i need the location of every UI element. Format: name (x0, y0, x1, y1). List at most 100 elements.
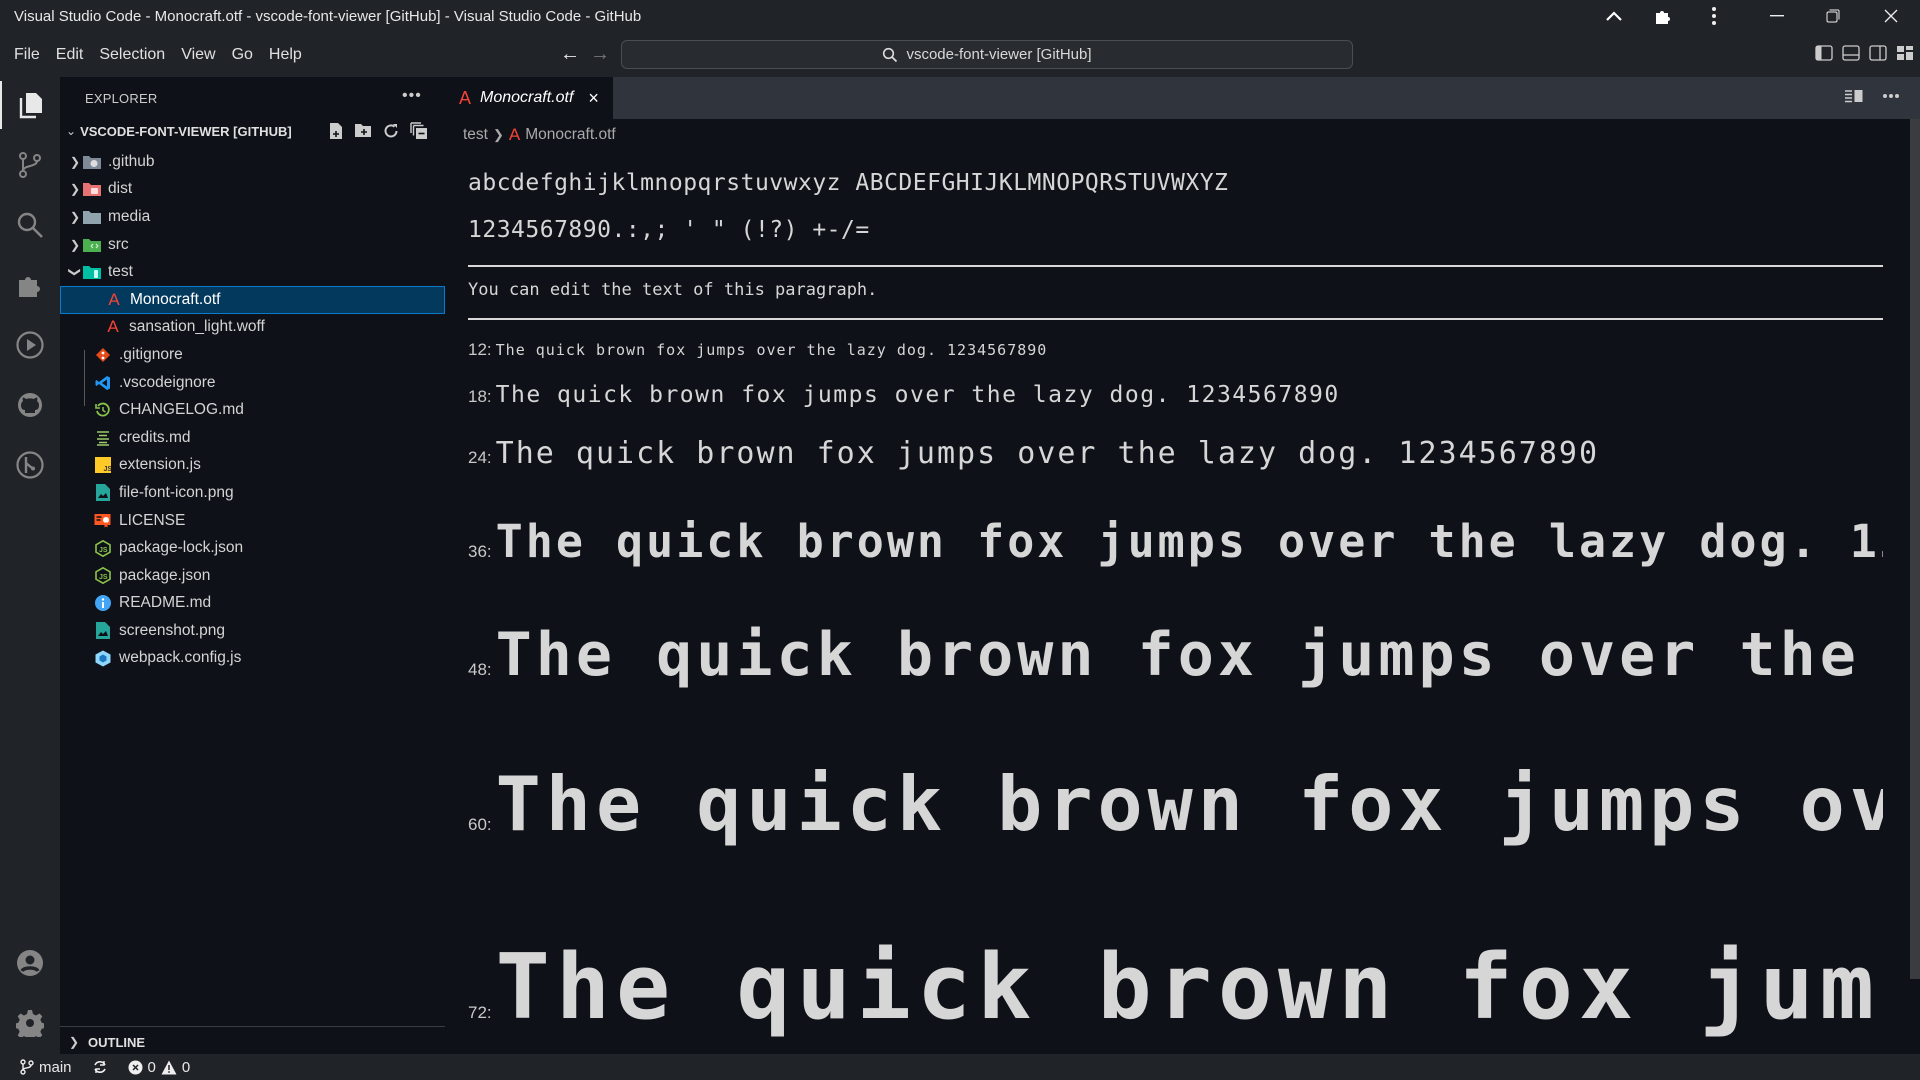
editable-paragraph[interactable]: You can edit the text of this paragraph. (468, 280, 877, 300)
info-icon (94, 594, 112, 612)
run-debug-icon[interactable] (0, 321, 60, 369)
changelog-icon (94, 401, 112, 419)
tree-item-screenshot-png[interactable]: screenshot.png (60, 617, 445, 645)
search-activity-icon[interactable] (0, 201, 60, 249)
tree-item-dist-folder[interactable]: ❯ dist (60, 176, 445, 204)
new-file-icon[interactable] (328, 122, 344, 140)
tree-item-credits[interactable]: credits.md (60, 424, 445, 452)
tree-item-label: LICENSE (119, 511, 186, 529)
svg-text:JS: JS (99, 547, 108, 554)
close-tab-icon[interactable]: × (588, 88, 599, 109)
menu-help[interactable]: Help (261, 44, 310, 66)
toggle-panel-icon[interactable] (1842, 44, 1860, 62)
credits-icon (94, 429, 112, 447)
error-icon (128, 1060, 143, 1074)
branch-indicator[interactable]: main (20, 1059, 72, 1076)
tree-item-package-lock-json[interactable]: JS package-lock.json (60, 534, 445, 562)
tree-item-label: CHANGELOG.md (119, 401, 244, 419)
tree-item-label: Monocraft.otf (130, 290, 221, 308)
tree-item-media-folder[interactable]: ❯ media (60, 203, 445, 231)
size-label: 12: (468, 340, 492, 359)
collapse-all-icon[interactable] (410, 122, 428, 140)
menu-edit[interactable]: Edit (48, 44, 92, 66)
sample-row-60: 60: The quick brown fox jumps over the l… (468, 760, 1883, 848)
customize-layout-icon[interactable] (1896, 44, 1914, 62)
tree-item-extension-js[interactable]: JS extension.js (60, 452, 445, 480)
toggle-primary-sidebar-icon[interactable] (1815, 44, 1833, 62)
tree-item-gitignore[interactable]: .gitignore (60, 341, 445, 369)
more-actions-icon[interactable]: ••• (402, 87, 422, 105)
problems-indicator[interactable]: 0 0 (128, 1058, 190, 1076)
git-branch-icon (20, 1059, 34, 1075)
manage-gear-icon[interactable] (0, 999, 60, 1047)
alphabet-line: abcdefghijklmnopqrstuvwxyz ABCDEFGHIJKLM… (468, 170, 1229, 196)
breadcrumb-file[interactable]: Monocraft.otf (525, 126, 615, 144)
menu-view[interactable]: View (173, 44, 223, 66)
refresh-icon[interactable] (382, 122, 400, 140)
error-count: 0 (147, 1058, 156, 1076)
toggle-secondary-sidebar-icon[interactable] (1869, 44, 1887, 62)
size-label: 24: (468, 448, 492, 467)
tree-item-package-json[interactable]: JS package.json (60, 562, 445, 590)
tree-item-github-folder[interactable]: ❯ .github (60, 148, 445, 176)
restore-icon[interactable] (1813, 2, 1853, 30)
sample-text: The quick brown fox jumps over the lazy … (495, 620, 1883, 690)
tab-label: Monocraft.otf (480, 89, 574, 106)
tree-item-src-folder[interactable]: ❯ src (60, 231, 445, 259)
editor-actions (1844, 88, 1900, 104)
new-folder-icon[interactable] (354, 122, 372, 138)
chevron-up-icon[interactable] (1594, 2, 1634, 30)
image-file-icon (94, 622, 112, 640)
webpack-icon (94, 649, 112, 667)
source-control-icon[interactable] (0, 141, 60, 189)
tree-item-monocraft-otf[interactable]: A Monocraft.otf (60, 285, 445, 314)
tree-item-vscodeignore[interactable]: .vscodeignore (60, 369, 445, 397)
tree-item-label: media (108, 207, 151, 225)
tree-item-label: extension.js (119, 456, 201, 474)
back-arrow-icon[interactable]: ← (560, 43, 580, 66)
vertical-scrollbar[interactable] (1910, 119, 1920, 979)
tree-item-label: .gitignore (119, 345, 183, 363)
extensions-icon[interactable] (0, 261, 60, 309)
minimize-icon[interactable] (1757, 2, 1797, 30)
accounts-icon[interactable] (0, 939, 60, 987)
status-bar: main 0 0 (0, 1054, 1920, 1080)
tree-item-webpack-config[interactable]: webpack.config.js (60, 645, 445, 673)
workspace-root-label: VSCODE-FONT-VIEWER [GITHUB] (80, 123, 292, 139)
command-center-search[interactable]: vscode-font-viewer [GitHub] (621, 40, 1353, 69)
breadcrumb-folder[interactable]: test (463, 126, 488, 144)
menu-bar: File Edit Selection View Go Help (6, 44, 310, 66)
menu-selection[interactable]: Selection (91, 44, 173, 66)
font-file-icon: A (107, 317, 119, 337)
close-window-icon[interactable] (1871, 2, 1911, 30)
tree-item-readme[interactable]: README.md (60, 590, 445, 618)
sample-text: The quick brown fox jumps over the lazy … (495, 341, 1048, 359)
outline-section[interactable]: ❯ OUTLINE (60, 1026, 445, 1057)
tree-item-file-font-icon-png[interactable]: file-font-icon.png (60, 479, 445, 507)
tree-item-sansation-woff[interactable]: A sansation_light.woff (60, 314, 445, 342)
tab-monocraft-otf[interactable]: A Monocraft.otf × (445, 77, 613, 119)
tree-item-label: src (108, 235, 129, 253)
open-preview-icon[interactable] (1844, 88, 1864, 104)
explorer-icon[interactable] (0, 81, 60, 129)
tree-item-label: credits.md (119, 428, 191, 446)
tree-item-license[interactable]: LICENSE (60, 507, 445, 535)
github-icon[interactable] (0, 381, 60, 429)
tree-item-changelog[interactable]: CHANGELOG.md (60, 396, 445, 424)
git-graph-icon[interactable] (0, 441, 60, 489)
tree-item-label: README.md (119, 594, 212, 612)
more-actions-icon[interactable] (1882, 93, 1900, 99)
more-vertical-icon[interactable] (1694, 2, 1734, 30)
sync-button[interactable] (92, 1059, 108, 1075)
chevron-right-icon: ❯ (69, 154, 81, 169)
tree-item-test-folder[interactable]: ❯ test (60, 258, 445, 286)
forward-arrow-icon[interactable]: → (590, 43, 610, 66)
workspace-root[interactable]: ⌄ VSCODE-FONT-VIEWER [GITHUB] (60, 120, 445, 142)
tree-item-label: package-lock.json (119, 539, 244, 557)
menu-file[interactable]: File (6, 44, 48, 66)
font-file-icon: A (459, 87, 472, 108)
window-title: Visual Studio Code - Monocraft.otf - vsc… (14, 8, 642, 25)
menu-go[interactable]: Go (224, 44, 261, 66)
tree-item-label: screenshot.png (119, 621, 225, 639)
extensions-puzzle-icon[interactable] (1643, 2, 1683, 30)
